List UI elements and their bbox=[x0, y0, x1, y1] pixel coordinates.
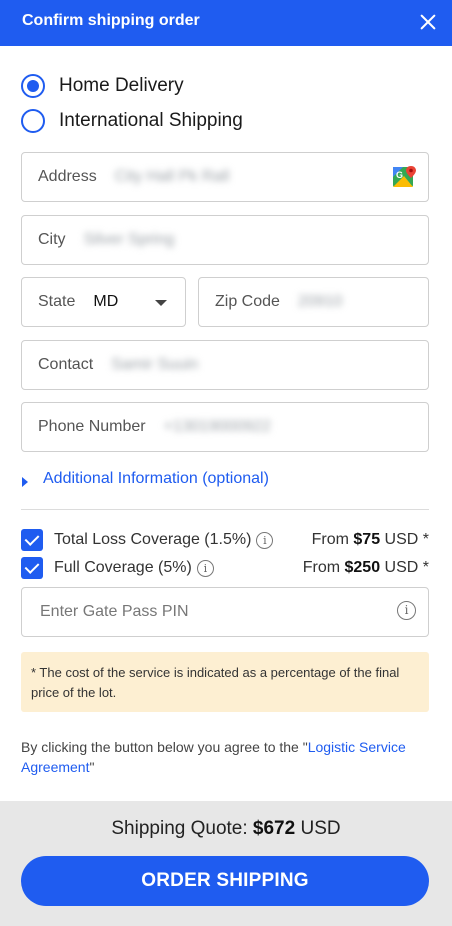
modal-header: Confirm shipping order bbox=[0, 0, 452, 46]
price-suffix: USD * bbox=[380, 559, 429, 576]
agreement-text: By clicking the button below you agree t… bbox=[21, 737, 431, 777]
shipping-quote: Shipping Quote: $672 USD bbox=[0, 818, 452, 840]
close-icon[interactable] bbox=[414, 8, 442, 36]
quote-currency: USD bbox=[295, 818, 341, 839]
address-label: Address bbox=[38, 168, 97, 185]
footer: Shipping Quote: $672 USD ORDER SHIPPING bbox=[0, 801, 452, 926]
radio-button-checked[interactable] bbox=[21, 74, 45, 98]
radio-home-delivery[interactable]: Home Delivery bbox=[21, 73, 184, 99]
price-suffix: USD * bbox=[380, 531, 429, 548]
radio-label: Home Delivery bbox=[59, 75, 184, 96]
state-select[interactable]: State MD bbox=[21, 277, 186, 327]
additional-information-label[interactable]: Additional Information (optional) bbox=[43, 470, 269, 488]
additional-information-toggle[interactable]: Additional Information (optional) bbox=[22, 470, 269, 488]
price-prefix: From bbox=[311, 531, 354, 548]
coverage-label: Total Loss Coverage (1.5%) bbox=[54, 531, 252, 548]
quote-amount: $672 bbox=[252, 818, 296, 839]
full-coverage-option[interactable]: Full Coverage (5%) i From $250 USD * bbox=[21, 556, 429, 580]
radio-button[interactable] bbox=[21, 109, 45, 133]
agreement-prefix: By clicking the button below you agree t… bbox=[21, 739, 308, 755]
contact-value: Samir Suuin bbox=[111, 356, 199, 373]
modal-title: Confirm shipping order bbox=[22, 12, 200, 29]
coverage-price: From $75 USD * bbox=[312, 531, 429, 549]
gate-pass-pin-input[interactable] bbox=[22, 588, 382, 636]
price-amount: $250 bbox=[344, 559, 381, 576]
agreement-suffix: " bbox=[89, 759, 95, 775]
radio-label: International Shipping bbox=[59, 110, 243, 131]
zip-code-label: Zip Code bbox=[215, 293, 280, 310]
cost-notice: * The cost of the service is indicated a… bbox=[21, 652, 429, 712]
order-shipping-button[interactable]: ORDER SHIPPING bbox=[21, 856, 429, 906]
contact-field[interactable]: Contact Samir Suuin bbox=[21, 340, 429, 390]
coverage-label: Full Coverage (5%) bbox=[54, 559, 192, 576]
checkbox-checked[interactable] bbox=[21, 529, 43, 551]
zip-code-value: 20910 bbox=[297, 293, 343, 310]
address-field[interactable]: Address City Hall Pk Rall G bbox=[21, 152, 429, 202]
state-label: State bbox=[38, 293, 76, 310]
city-value: Silver Spring bbox=[83, 231, 175, 248]
gate-pass-pin-field[interactable]: i bbox=[21, 587, 429, 637]
svg-text:G: G bbox=[396, 170, 403, 180]
city-label: City bbox=[38, 231, 66, 248]
phone-number-value: +13019000922 bbox=[163, 418, 271, 435]
google-maps-icon[interactable]: G bbox=[392, 164, 418, 190]
state-value: MD bbox=[93, 293, 119, 310]
coverage-price: From $250 USD * bbox=[303, 559, 429, 577]
divider bbox=[21, 509, 429, 510]
caret-right-icon[interactable] bbox=[22, 477, 28, 487]
contact-label: Contact bbox=[38, 356, 94, 373]
price-prefix: From bbox=[302, 559, 345, 576]
info-icon[interactable]: i bbox=[397, 601, 416, 620]
price-amount: $75 bbox=[353, 531, 381, 548]
info-icon[interactable]: i bbox=[256, 531, 274, 549]
city-field[interactable]: City Silver Spring bbox=[21, 215, 429, 265]
total-loss-coverage-option[interactable]: Total Loss Coverage (1.5%) i From $75 US… bbox=[21, 528, 429, 552]
zip-code-field[interactable]: Zip Code 20910 bbox=[198, 277, 429, 327]
phone-number-label: Phone Number bbox=[38, 418, 146, 435]
chevron-down-icon[interactable] bbox=[155, 300, 167, 306]
info-icon[interactable]: i bbox=[196, 559, 214, 577]
checkbox-checked[interactable] bbox=[21, 557, 43, 579]
phone-number-field[interactable]: Phone Number +13019000922 bbox=[21, 402, 429, 452]
radio-international-shipping[interactable]: International Shipping bbox=[21, 108, 243, 134]
quote-label: Shipping Quote: bbox=[111, 818, 253, 839]
address-value: City Hall Pk Rall bbox=[114, 168, 230, 185]
